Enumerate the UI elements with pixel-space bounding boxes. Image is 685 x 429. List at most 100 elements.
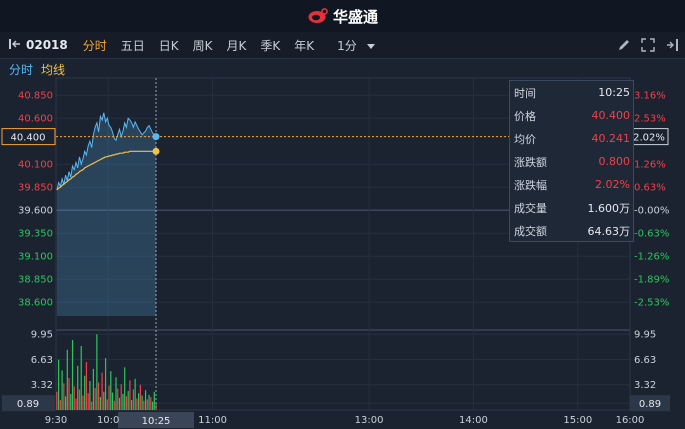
- info-value: 10:25: [598, 86, 630, 99]
- volume-bar: [89, 381, 91, 410]
- info-label: 均价: [514, 132, 536, 146]
- pct-tick-label: 2.53%: [634, 114, 666, 125]
- volume-bar: [73, 386, 75, 410]
- volume-bar: [144, 390, 147, 410]
- volume-bar: [139, 384, 141, 410]
- volume-bar: [136, 398, 138, 410]
- info-label: 时间: [514, 86, 536, 100]
- volume-bar: [150, 397, 152, 410]
- pct-tick-label: -0.63%: [634, 229, 669, 240]
- volume-bar: [91, 401, 93, 410]
- volume-bar: [104, 358, 107, 410]
- volume-bar: [118, 397, 121, 410]
- volume-bar: [101, 372, 103, 410]
- volume-bar: [77, 365, 79, 410]
- volume-bar: [138, 393, 140, 410]
- price-area: [56, 112, 156, 316]
- info-row-avg: 均价 40.241: [510, 127, 633, 150]
- volume-bar: [113, 400, 115, 410]
- pct-tick-label: 1.26%: [634, 160, 666, 171]
- volume-bar: [122, 394, 124, 410]
- info-value: 40.241: [591, 132, 631, 145]
- info-value: 0.800: [598, 155, 631, 168]
- volume-bar: [108, 385, 110, 410]
- pct-tick-label: 3.16%: [634, 91, 666, 102]
- volume-tick-label: 9.95: [31, 330, 53, 341]
- price-tick-label: 39.600: [18, 206, 53, 217]
- time-tick-label: 13:00: [355, 415, 384, 426]
- info-label: 涨跌幅: [514, 178, 547, 192]
- volume-bar: [134, 378, 136, 410]
- price-tick-label: 39.100: [18, 252, 53, 263]
- price-tick-label: 39.850: [18, 183, 53, 194]
- volume-bar: [129, 380, 131, 410]
- volume-bar: [80, 346, 82, 410]
- volume-bar: [124, 367, 126, 410]
- crosshair-time-label: 10:25: [142, 416, 171, 427]
- volume-bar: [127, 390, 129, 410]
- pct-tick-label: 0.63%: [634, 183, 666, 194]
- volume-bar: [64, 396, 67, 410]
- info-row-turnover: 成交额 64.63万: [510, 219, 633, 242]
- info-row-change: 涨跌额 0.800: [510, 150, 633, 173]
- info-row-change-pct: 涨跌幅 2.02%: [510, 173, 633, 196]
- volume-bar: [146, 399, 148, 410]
- price-tick-label: 40.850: [18, 91, 53, 102]
- time-tick-label: 16:00: [616, 415, 645, 426]
- crosshair-pct-label: 2.02%: [633, 133, 665, 144]
- time-tick-label: 14:00: [459, 415, 488, 426]
- time-tick-label: 11:00: [198, 415, 227, 426]
- info-value: 64.63万: [587, 224, 631, 238]
- volume-bar: [103, 391, 105, 410]
- crosshair-volume-label-right: 0.89: [639, 399, 661, 410]
- volume-bar: [78, 389, 81, 410]
- volume-bar: [66, 349, 68, 410]
- volume-bar: [120, 384, 122, 410]
- volume-tick-label: 6.63: [634, 355, 656, 366]
- volume-bar: [99, 397, 101, 410]
- info-label: 价格: [514, 109, 536, 123]
- info-label: 成交额: [514, 224, 547, 238]
- crosshair-volume-label: 0.89: [17, 399, 39, 410]
- pct-tick-label: -2.53%: [634, 298, 669, 309]
- volume-bar: [148, 394, 150, 410]
- volume-tick-label: 9.95: [634, 330, 656, 341]
- info-row-price: 价格 40.400: [510, 104, 633, 127]
- volume-bars: [56, 334, 157, 410]
- volume-bar: [70, 394, 72, 410]
- info-row-volume: 成交量 1.600万: [510, 196, 633, 219]
- info-value: 2.02%: [595, 178, 630, 191]
- volume-bar: [82, 395, 84, 410]
- pct-tick-label: -1.89%: [634, 275, 669, 286]
- price-tick-label: 39.350: [18, 229, 53, 240]
- info-value: 40.400: [591, 109, 631, 122]
- info-row-time: 时间 10:25: [510, 81, 633, 104]
- price-tick-label: 38.850: [18, 275, 53, 286]
- volume-bar: [63, 383, 65, 410]
- volume-bar: [151, 401, 154, 410]
- quote-info-panel: 时间 10:25 价格 40.400 均价 40.241 涨跌额 0.800 涨…: [509, 80, 634, 242]
- volume-bar: [117, 388, 119, 410]
- volume-bar: [56, 391, 58, 410]
- volume-tick-label: 3.32: [31, 380, 53, 391]
- info-label: 涨跌额: [514, 155, 547, 169]
- volume-bar: [125, 396, 128, 410]
- volume-bar: [106, 399, 108, 410]
- volume-bar: [96, 334, 98, 410]
- volume-bar: [98, 382, 100, 410]
- volume-bar: [68, 378, 70, 410]
- price-tick-label: 40.600: [18, 114, 53, 125]
- volume-bar: [75, 398, 77, 410]
- volume-bar: [115, 377, 117, 410]
- volume-bar: [141, 395, 143, 410]
- crosshair-price-label: 40.400: [11, 133, 46, 144]
- volume-bar: [71, 339, 74, 410]
- info-label: 成交量: [514, 201, 547, 215]
- time-tick-label: 9:30: [45, 415, 67, 426]
- price-tick-label: 38.600: [18, 298, 53, 309]
- volume-bar: [131, 400, 133, 410]
- volume-bar: [110, 371, 112, 410]
- volume-bar: [85, 362, 88, 410]
- volume-bar: [59, 400, 61, 410]
- volume-bar: [132, 389, 135, 410]
